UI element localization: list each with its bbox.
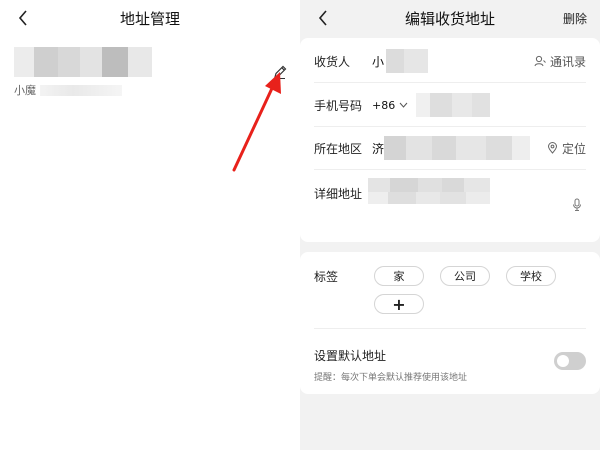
voice-input-button[interactable] [572,198,586,212]
recipient-value-redacted[interactable] [386,49,429,73]
chevron-left-icon [18,10,27,26]
detail-value-redacted[interactable] [368,178,490,204]
edit-header: 编辑收货地址 删除 [300,0,600,36]
contact-icon [534,55,546,67]
tag-list: 家 公司 学校 + [374,266,574,314]
recipient-line: 小魔 [14,82,122,98]
address-list-screen: 地址管理 小魔 [0,0,300,450]
location-pin-icon [547,142,557,154]
phone-row[interactable]: 手机号码 +86 [314,91,586,119]
recipient-row[interactable]: 收货人 小 通讯录 [314,47,586,75]
address-form-card: 收货人 小 通讯录 手机号码 +86 所在地区 济 定位 详细地址 [300,38,600,242]
recipient-name: 小魔 [14,84,36,97]
region-value-redacted[interactable] [384,136,531,160]
country-code-select[interactable]: +86 [372,99,395,112]
page-title: 编辑收货地址 [404,9,495,28]
tags-label: 标签 [314,270,339,284]
default-address-label: 设置默认地址 [314,349,387,363]
back-button[interactable] [314,8,332,28]
region-row[interactable]: 所在地区 济 定位 [314,134,586,162]
annotation-arrow-icon [232,72,281,172]
page-title: 地址管理 [119,9,180,28]
divider [314,82,586,83]
detail-label: 详细地址 [314,187,363,201]
default-address-toggle[interactable] [554,352,586,370]
recipient-phone-redacted [40,84,122,96]
divider [314,169,586,170]
tag-home[interactable]: 家 [374,266,424,286]
add-tag-button[interactable]: + [374,294,424,314]
detail-row[interactable]: 详细地址 [314,178,586,238]
locate-button[interactable]: 定位 [547,140,586,157]
chevron-down-icon[interactable] [399,102,408,108]
toggle-knob [557,355,569,367]
contacts-label: 通讯录 [549,54,586,69]
default-address-hint: 提醒：每次下单会默认推荐使用该地址 [314,373,468,383]
edit-address-screen: 编辑收货地址 删除 收货人 小 通讯录 手机号码 +86 所在地区 济 定位 详… [300,0,600,450]
phone-label: 手机号码 [314,98,363,113]
divider [314,126,586,127]
delete-button[interactable]: 删除 [563,10,587,27]
microphone-icon [573,198,581,211]
recipient-value[interactable]: 小 [372,53,384,70]
tags-default-card: 标签 家 公司 学校 + 设置默认地址 提醒：每次下单会默认推荐使用该地址 [300,252,600,394]
divider [314,328,586,329]
address-text-redacted[interactable] [14,47,152,77]
recipient-label: 收货人 [314,54,351,69]
tag-school[interactable]: 学校 [506,266,556,286]
region-label: 所在地区 [314,141,363,156]
tag-company[interactable]: 公司 [440,266,490,286]
back-button[interactable] [14,8,32,28]
region-value[interactable]: 济 [372,140,384,157]
chevron-left-icon [318,10,327,26]
phone-value-redacted[interactable] [416,93,491,117]
locate-label: 定位 [561,141,586,156]
list-header: 地址管理 [0,0,300,36]
contacts-button[interactable]: 通讯录 [534,53,586,70]
